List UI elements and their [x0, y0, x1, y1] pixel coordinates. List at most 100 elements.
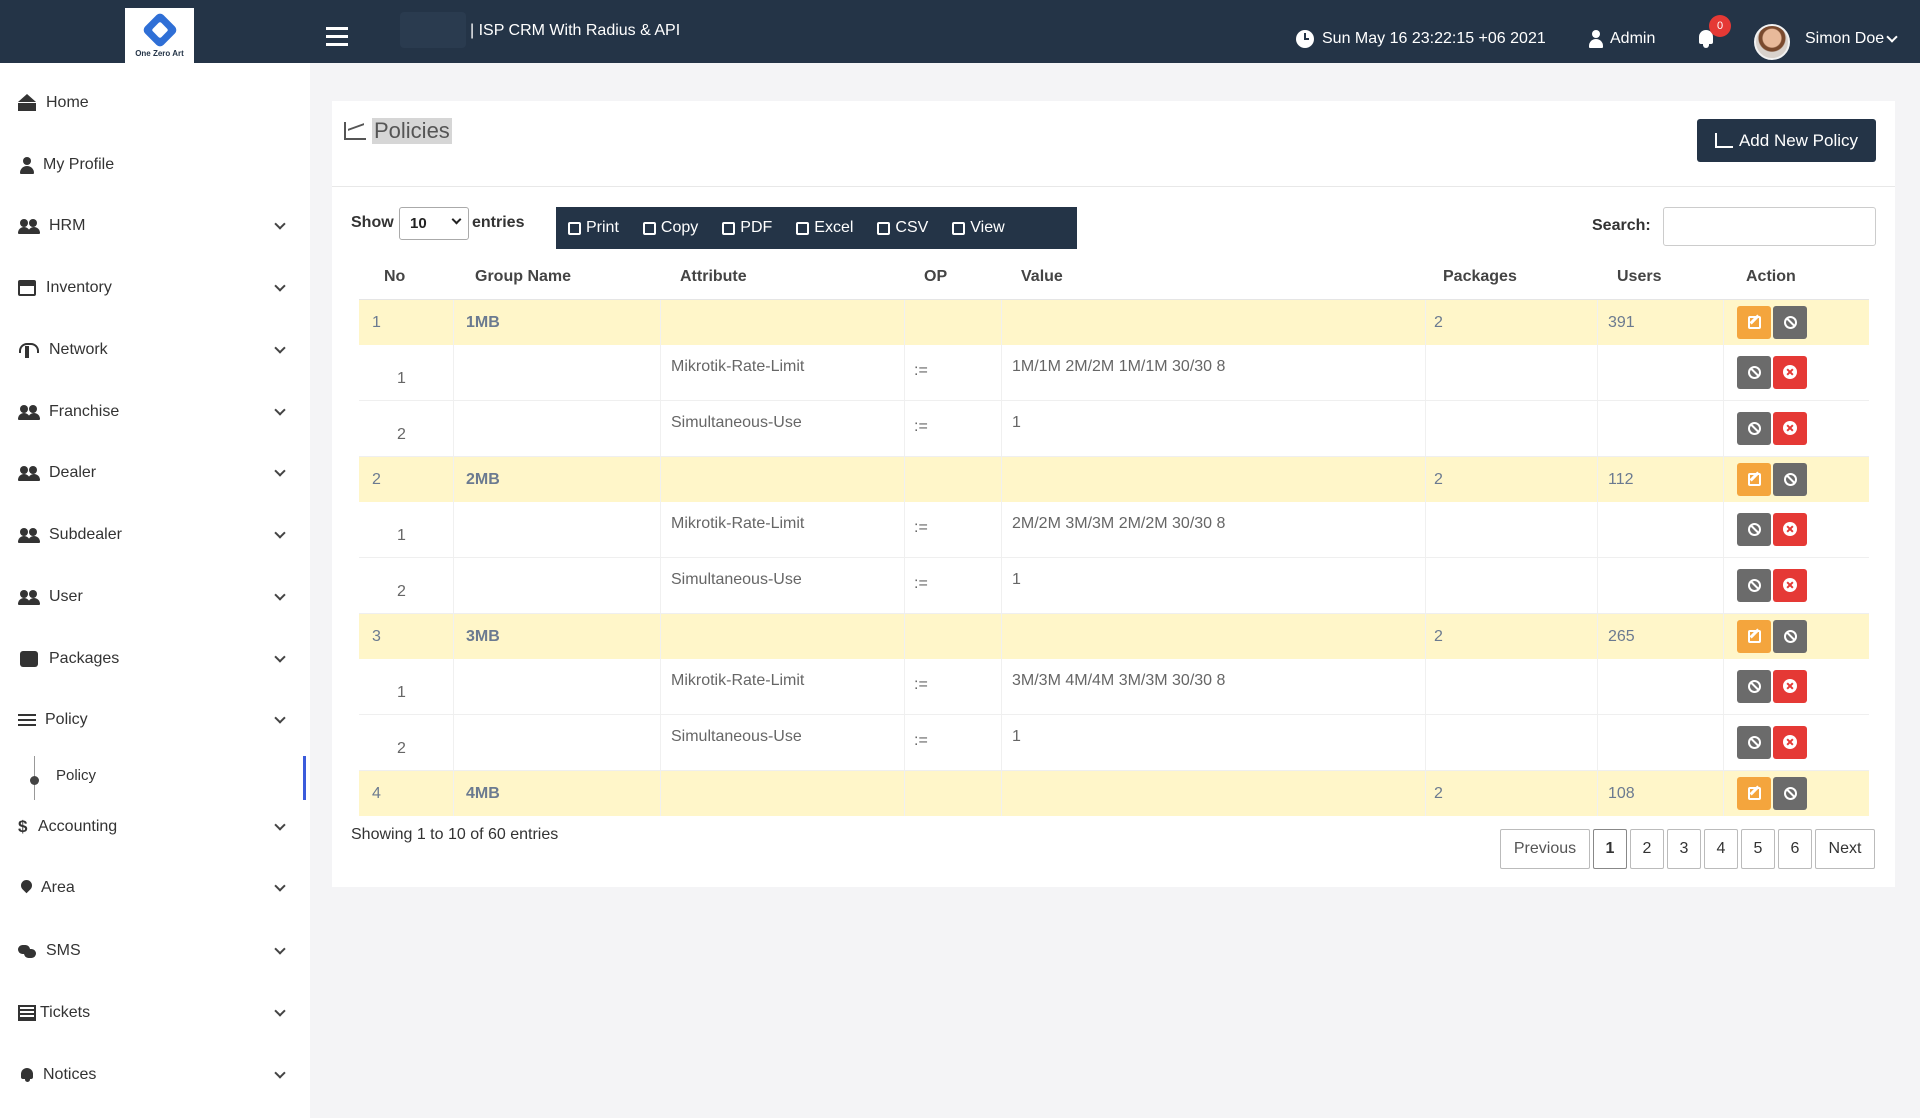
sidebar-item-my-profile[interactable]: My Profile [0, 145, 310, 185]
page-button-5[interactable]: 5 [1741, 829, 1775, 869]
sidebar-item-label: Packages [49, 650, 120, 667]
sidebar-item-accounting[interactable]: $ Accounting [0, 807, 310, 847]
column-divider [1001, 401, 1002, 456]
block-button[interactable] [1773, 619, 1807, 653]
search-input[interactable] [1663, 207, 1876, 246]
ban-icon [1783, 786, 1797, 800]
copy-button[interactable]: Copy [631, 207, 710, 249]
column-divider [1425, 771, 1426, 816]
block-button[interactable] [1773, 462, 1807, 496]
sidebar-item-tickets[interactable]: Tickets [0, 993, 310, 1033]
block-button[interactable] [1737, 355, 1771, 389]
attribute-no: 1 [397, 369, 406, 387]
pdf-button[interactable]: PDF [710, 207, 784, 249]
column-divider [1001, 345, 1002, 400]
delete-button[interactable] [1773, 512, 1807, 546]
user-menu[interactable]: Simon Doe [1805, 30, 1898, 48]
block-button[interactable] [1737, 512, 1771, 546]
column-divider [1723, 502, 1724, 557]
sidebar-item-notices[interactable]: Notices [0, 1055, 310, 1095]
page-button-6[interactable]: 6 [1778, 829, 1812, 869]
attribute-value: 3M/3M 4M/4M 3M/3M 30/30 8 [1012, 671, 1226, 689]
csv-button[interactable]: CSV [865, 207, 940, 249]
column-divider [904, 715, 905, 770]
sidebar: Home My Profile HRM Inventory Network Fr… [0, 63, 310, 1118]
excel-button[interactable]: Excel [784, 207, 865, 249]
sidebar-item-franchise[interactable]: Franchise [0, 392, 310, 432]
delete-button[interactable] [1773, 725, 1807, 759]
page-button-1[interactable]: 1 [1593, 829, 1627, 869]
column-divider [904, 659, 905, 714]
column-divider [453, 457, 454, 502]
column-header-users[interactable]: Users [1617, 254, 1661, 299]
column-header-attribute[interactable]: Attribute [680, 254, 747, 299]
print-button[interactable]: Print [556, 207, 631, 249]
sidebar-item-hrm[interactable]: HRM [0, 206, 310, 246]
network-icon [18, 342, 39, 358]
app-title: | ISP CRM With Radius & API [470, 22, 681, 39]
attribute-name: Simultaneous-Use [671, 727, 802, 745]
datetime-display: Sun May 16 23:22:15 +06 2021 [1296, 30, 1546, 48]
column-header-value[interactable]: Value [1021, 254, 1063, 299]
menu-toggle-icon[interactable] [326, 27, 348, 46]
add-new-policy-button[interactable]: Add New Policy [1697, 119, 1876, 162]
page-button-2[interactable]: 2 [1630, 829, 1664, 869]
column-divider [1597, 502, 1598, 557]
sidebar-item-home[interactable]: Home [0, 83, 310, 123]
sidebar-item-area[interactable]: Area [0, 868, 310, 908]
attribute-op: := [914, 361, 928, 379]
column-header-group-name[interactable]: Group Name [475, 254, 571, 299]
chevron-down-icon [274, 1067, 286, 1079]
avatar[interactable] [1754, 24, 1790, 60]
column-divider [660, 457, 661, 502]
delete-icon [1783, 735, 1797, 749]
group-no: 1 [372, 313, 381, 331]
block-button[interactable] [1773, 305, 1807, 339]
submenu-bullet [30, 776, 39, 785]
edit-button[interactable] [1737, 462, 1771, 496]
column-header-no[interactable]: No [384, 254, 405, 299]
sidebar-item-user[interactable]: User [0, 577, 310, 617]
role-menu[interactable]: Admin [1588, 30, 1655, 48]
group-packages: 2 [1434, 627, 1443, 645]
brand-mark [400, 12, 466, 48]
edit-button[interactable] [1737, 619, 1771, 653]
sidebar-item-packages[interactable]: Packages [0, 639, 310, 679]
previous-page-button[interactable]: Previous [1500, 829, 1590, 869]
sidebar-subitem-policy[interactable] [0, 756, 310, 800]
sidebar-item-inventory[interactable]: Inventory [0, 268, 310, 308]
block-button[interactable] [1737, 669, 1771, 703]
delete-button[interactable] [1773, 411, 1807, 445]
sidebar-item-sms[interactable]: SMS [0, 931, 310, 971]
block-button[interactable] [1737, 568, 1771, 602]
edit-button[interactable] [1737, 305, 1771, 339]
page-button-4[interactable]: 4 [1704, 829, 1738, 869]
logo-icon [141, 11, 178, 49]
column-header-packages[interactable]: Packages [1443, 254, 1517, 299]
delete-button[interactable] [1773, 568, 1807, 602]
column-header-op[interactable]: OP [924, 254, 947, 299]
attribute-name: Simultaneous-Use [671, 570, 802, 588]
sidebar-item-policy[interactable]: Policy [0, 700, 310, 740]
sidebar-item-subdealer[interactable]: Subdealer [0, 515, 310, 555]
sidebar-item-network[interactable]: Network [0, 330, 310, 370]
delete-button[interactable] [1773, 355, 1807, 389]
block-button[interactable] [1737, 411, 1771, 445]
entries-per-page-select[interactable]: 10 [399, 207, 469, 240]
group-packages: 2 [1434, 313, 1443, 331]
copy-icon [642, 221, 656, 235]
company-logo[interactable]: One Zero Art [125, 8, 194, 67]
page-button-3[interactable]: 3 [1667, 829, 1701, 869]
attribute-value: 1M/1M 2M/2M 1M/1M 30/30 8 [1012, 357, 1226, 375]
divider [332, 186, 1895, 187]
block-button[interactable] [1737, 725, 1771, 759]
edit-button[interactable] [1737, 776, 1771, 810]
block-button[interactable] [1773, 776, 1807, 810]
delete-icon [1783, 522, 1797, 536]
sidebar-item-dealer[interactable]: Dealer [0, 453, 310, 493]
delete-button[interactable] [1773, 669, 1807, 703]
logo-text: One Zero Art [135, 49, 184, 58]
next-page-button[interactable]: Next [1815, 829, 1875, 869]
group-name: 2MB [466, 470, 500, 488]
column-visibility-button[interactable]: View [940, 207, 1016, 249]
